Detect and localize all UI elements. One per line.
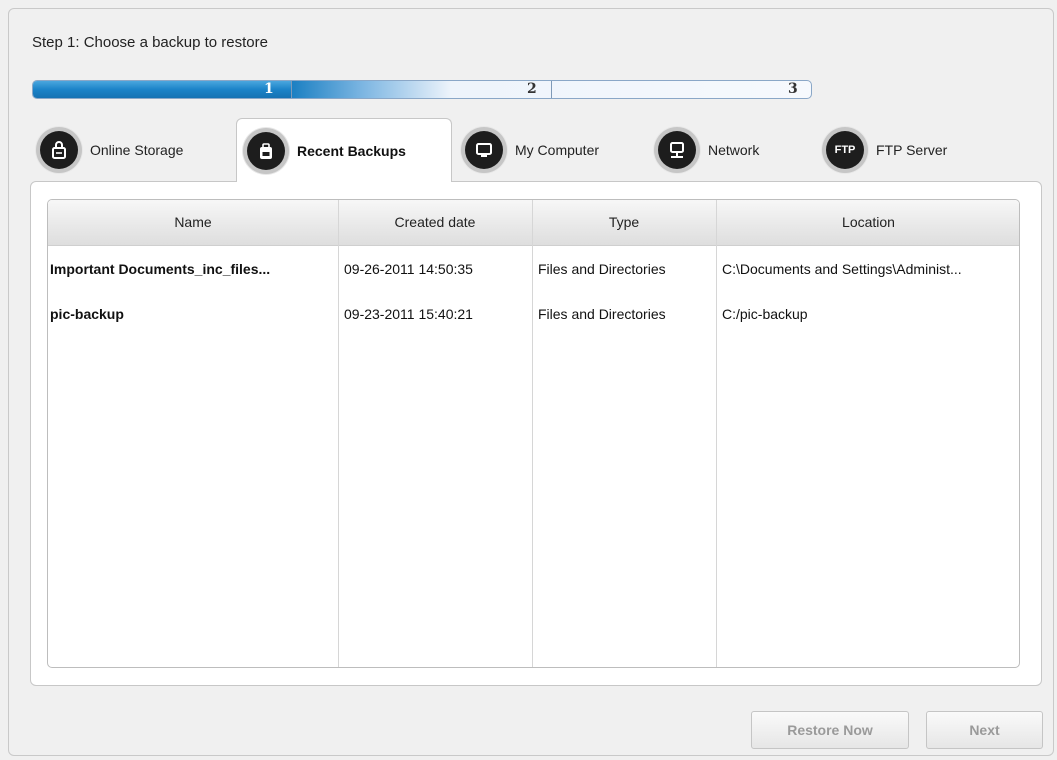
- cell-location: C:/pic-backup: [722, 306, 808, 322]
- tab-label: Recent Backups: [297, 142, 406, 159]
- progress-divider: [291, 81, 292, 98]
- cell-created-date: 09-26-2011 14:50:35: [344, 261, 473, 277]
- monitor-icon: [465, 131, 503, 169]
- column-divider: [716, 200, 717, 667]
- step-title: Step 1: Choose a backup to restore: [32, 34, 268, 51]
- backpack-icon: [247, 131, 285, 170]
- tab-network[interactable]: Network: [658, 118, 759, 182]
- column-header-name[interactable]: Name: [48, 200, 338, 245]
- cell-created-date: 09-23-2011 15:40:21: [344, 306, 473, 322]
- progress-divider: [551, 81, 552, 98]
- next-button[interactable]: Next: [926, 711, 1043, 749]
- tab-label: My Computer: [515, 142, 600, 158]
- progress-fill: [33, 81, 291, 98]
- cell-type: Files and Directories: [538, 261, 666, 277]
- tab-recent-backups[interactable]: Recent Backups: [236, 118, 452, 182]
- column-header-type[interactable]: Type: [532, 200, 716, 245]
- column-divider: [338, 200, 339, 667]
- tab-label: Online Storage: [90, 142, 184, 158]
- restore-now-button[interactable]: Restore Now: [751, 711, 909, 749]
- backups-table: Name Created date Type Location Importan…: [47, 199, 1020, 668]
- tab-ftp-server[interactable]: FTP FTP Server: [826, 118, 947, 182]
- cell-name: Important Documents_inc_files...: [50, 261, 271, 277]
- cell-type: Files and Directories: [538, 306, 666, 322]
- ftp-icon: FTP: [826, 131, 864, 169]
- step-progress-bar: 1 2 3: [32, 80, 812, 99]
- cell-location: C:\Documents and Settings\Administ...: [722, 261, 962, 277]
- progress-step-2: 2: [527, 81, 537, 97]
- column-header-location[interactable]: Location: [716, 200, 1019, 245]
- network-monitor-icon: [658, 131, 696, 169]
- tab-online-storage[interactable]: Online Storage: [40, 118, 183, 182]
- ftp-icon-text: FTP: [834, 144, 856, 156]
- lock-icon: [40, 131, 78, 169]
- cell-name: pic-backup: [50, 306, 124, 322]
- progress-fade: [291, 81, 451, 98]
- tab-label: Network: [708, 142, 760, 158]
- column-header-created-date[interactable]: Created date: [338, 200, 532, 245]
- tab-label: FTP Server: [876, 142, 948, 158]
- column-divider: [532, 200, 533, 667]
- progress-step-1: 1: [264, 81, 274, 97]
- tab-my-computer[interactable]: My Computer: [465, 118, 599, 182]
- table-header: Name Created date Type Location: [48, 200, 1019, 246]
- progress-step-3: 3: [788, 81, 798, 97]
